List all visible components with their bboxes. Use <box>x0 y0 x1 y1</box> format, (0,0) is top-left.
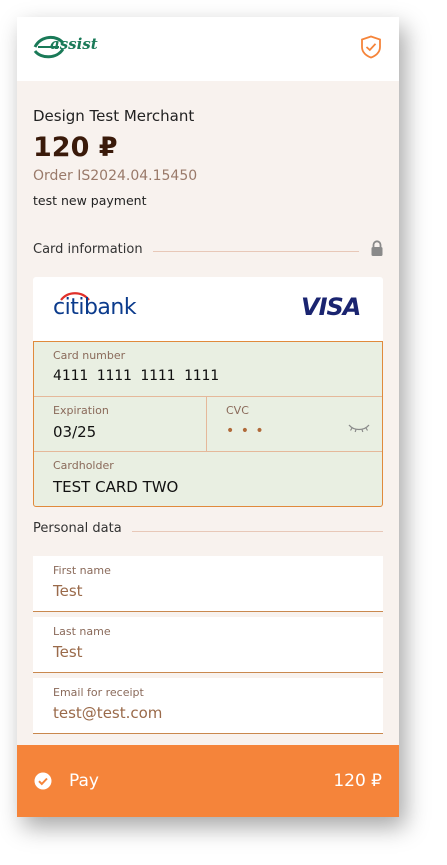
email-field[interactable]: Email for receipt test@test.com <box>33 678 383 734</box>
bank-logo-part1: citi <box>53 295 84 320</box>
card-number-field[interactable]: Card number 4111 1111 1111 1111 <box>34 342 382 397</box>
check-circle-icon <box>34 772 52 790</box>
card-brand-panel: citibank VISA <box>33 277 383 341</box>
merchant-name: Design Test Merchant <box>33 107 195 125</box>
cvc-label: CVC <box>226 404 249 417</box>
expiration-label: Expiration <box>53 404 109 417</box>
pay-button[interactable]: Pay 120 ₽ <box>17 745 399 817</box>
pay-amount: 120 ₽ <box>333 771 382 791</box>
personal-section-title: Personal data <box>33 521 132 536</box>
order-number: Order IS2024.04.15450 <box>33 168 198 184</box>
first-name-field[interactable]: First name Test <box>33 556 383 612</box>
logo-text: assist <box>50 35 98 53</box>
email-value: test@test.com <box>53 704 163 722</box>
payment-amount: 120 ₽ <box>33 132 118 163</box>
bank-logo: citibank <box>53 295 137 320</box>
email-label: Email for receipt <box>53 686 144 699</box>
section-divider <box>130 531 383 532</box>
last-name-field[interactable]: Last name Test <box>33 617 383 673</box>
expiration-field[interactable]: Expiration 03/25 <box>34 397 206 451</box>
last-name-value: Test <box>53 643 83 661</box>
card-number-value: 4111 1111 1111 1111 <box>53 368 219 384</box>
card-number-label: Card number <box>53 349 126 362</box>
cardholder-value: TEST CARD TWO <box>53 478 179 496</box>
shield-check-icon <box>361 35 381 59</box>
visa-logo: VISA <box>301 293 361 321</box>
card-middle-row: Expiration 03/25 CVC • • • <box>34 397 382 452</box>
card-section-title: Card information <box>33 242 153 257</box>
section-divider <box>152 251 359 252</box>
bank-logo-part2: bank <box>83 295 137 320</box>
card-form: Card number 4111 1111 1111 1111 Expirati… <box>33 341 383 507</box>
first-name-label: First name <box>53 564 111 577</box>
cardholder-label: Cardholder <box>53 459 114 472</box>
cvc-value: • • • <box>226 423 265 439</box>
first-name-value: Test <box>53 582 83 600</box>
payment-page: assist Design Test Merchant 120 ₽ Order … <box>17 17 399 817</box>
expiration-value: 03/25 <box>53 423 97 441</box>
cardholder-field[interactable]: Cardholder TEST CARD TWO <box>34 452 382 507</box>
header: assist <box>17 17 399 81</box>
last-name-label: Last name <box>53 625 111 638</box>
eye-closed-icon[interactable] <box>348 421 370 435</box>
payment-description: test new payment <box>33 193 147 208</box>
pay-label: Pay <box>69 771 99 791</box>
lock-icon <box>371 240 383 256</box>
